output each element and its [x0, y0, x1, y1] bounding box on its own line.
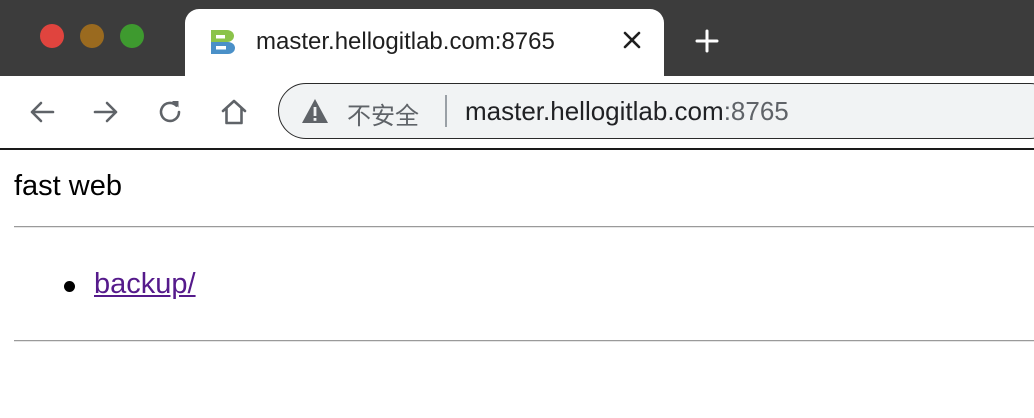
url-port: :8765: [723, 96, 789, 126]
browser-tab-strip: master.hellogitlab.com:8765: [0, 0, 1034, 76]
plus-icon: [695, 29, 719, 53]
reload-button[interactable]: [150, 92, 190, 132]
window-minimize-button[interactable]: [80, 24, 104, 48]
active-tab[interactable]: master.hellogitlab.com:8765: [185, 9, 664, 76]
close-icon: [623, 31, 641, 49]
new-tab-button[interactable]: [690, 24, 724, 58]
horizontal-rule: [14, 340, 1034, 342]
window-close-button[interactable]: [40, 24, 64, 48]
bitnami-logo-icon: [211, 30, 235, 54]
omnibox-divider: [445, 95, 447, 127]
tab-title: master.hellogitlab.com:8765: [256, 28, 555, 55]
url-text[interactable]: master.hellogitlab.com:8765: [465, 96, 789, 127]
page-title: fast web: [14, 170, 122, 202]
home-icon: [221, 99, 247, 125]
window-zoom-button[interactable]: [120, 24, 144, 48]
security-status-label[interactable]: 不安全: [347, 96, 419, 131]
url-host: master.hellogitlab.com: [465, 96, 724, 126]
horizontal-rule: [14, 226, 1034, 228]
warning-triangle-icon[interactable]: [301, 98, 329, 124]
list-bullet: [64, 281, 75, 292]
arrow-left-icon: [30, 101, 55, 123]
back-button[interactable]: [22, 92, 62, 132]
directory-link-backup[interactable]: backup/: [94, 268, 196, 301]
address-bar[interactable]: 不安全 master.hellogitlab.com:8765: [278, 83, 1034, 139]
forward-button[interactable]: [86, 92, 126, 132]
tab-close-button[interactable]: [615, 23, 649, 57]
browser-toolbar: 不安全 master.hellogitlab.com:8765: [0, 76, 1034, 150]
reload-icon: [159, 101, 181, 123]
page-content: fast web backup/: [0, 150, 1034, 418]
home-button[interactable]: [214, 92, 254, 132]
arrow-right-icon: [93, 101, 118, 123]
